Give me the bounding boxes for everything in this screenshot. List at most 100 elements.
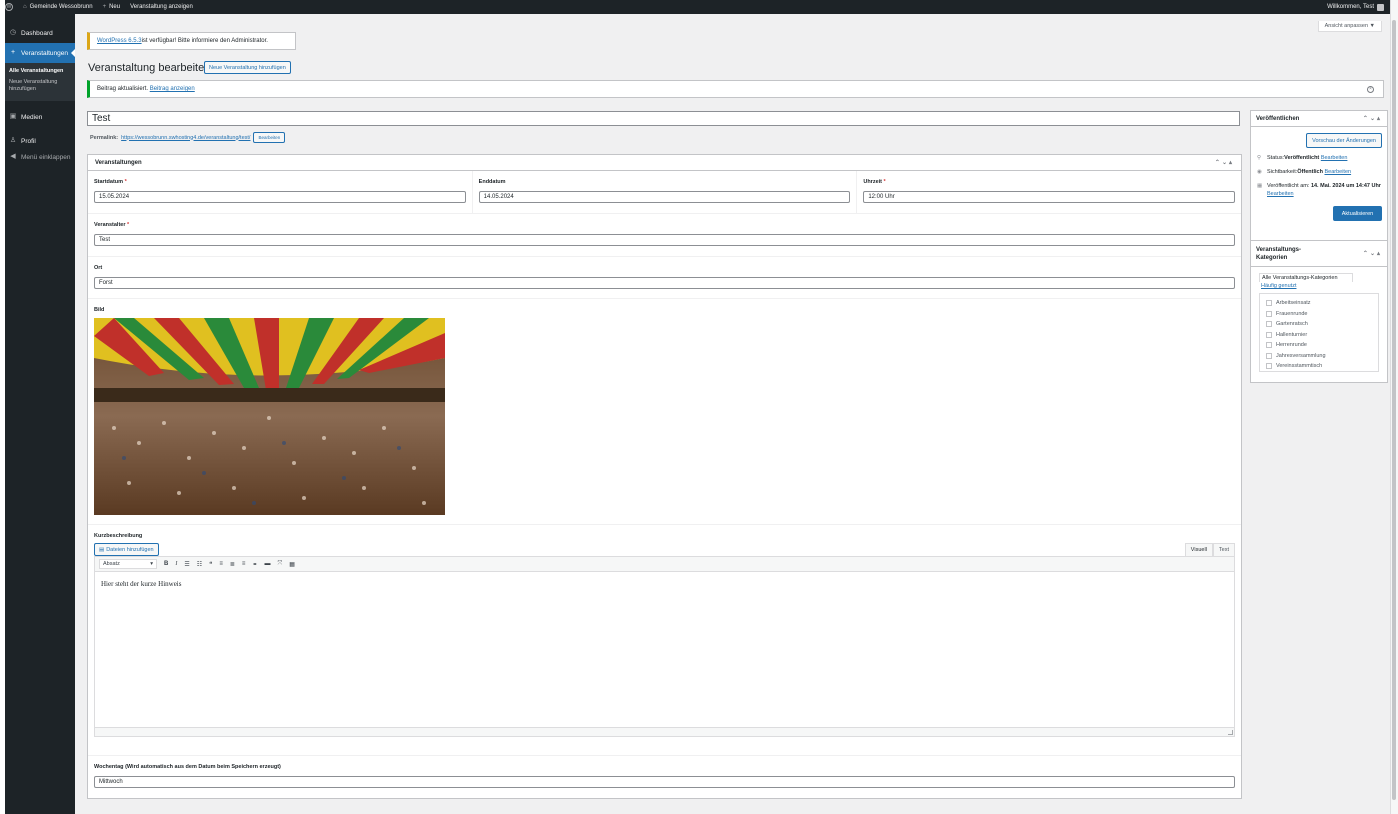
success-notice-text: Beitrag aktualisiert. xyxy=(97,86,149,92)
checkbox[interactable] xyxy=(1266,300,1272,307)
tab-most-used[interactable]: Häufig genutzt xyxy=(1259,282,1382,290)
place-label: Ort xyxy=(94,265,103,271)
weekday-input[interactable]: Mittwoch xyxy=(94,776,1235,788)
collapse-icon: ◀ xyxy=(10,153,16,160)
add-media-button[interactable]: ▤ Dateien hinzufügen xyxy=(94,543,159,556)
editor-paragraph: Hier steht der kurze Hinweis xyxy=(101,580,182,588)
view-post-link[interactable]: Beitrag anzeigen xyxy=(150,86,195,92)
align-left-icon[interactable]: ≡ xyxy=(219,561,223,567)
editor-tabs: Visuell Text xyxy=(1184,543,1235,556)
checkbox[interactable] xyxy=(1266,310,1272,317)
edit-visibility-link[interactable]: Bearbeiten xyxy=(1324,168,1351,176)
site-name-link[interactable]: ⌂ Gemeinde Wessobrunn xyxy=(18,4,98,10)
permalink-label: Permalink: xyxy=(90,134,119,141)
submenu-all-events[interactable]: Alle Veranstaltungen xyxy=(5,66,75,77)
festival-tent-image xyxy=(94,318,445,515)
toolbar-toggle-icon[interactable]: ▦ xyxy=(289,561,295,568)
tab-text[interactable]: Text xyxy=(1212,543,1235,556)
published-row: ▦ Veröffentlicht am: 14. Mai. 2024 um 14:… xyxy=(1251,182,1387,198)
new-content-menu[interactable]: + Neu xyxy=(98,4,126,10)
bold-icon[interactable]: B xyxy=(164,561,168,567)
align-right-icon[interactable]: ≡ xyxy=(242,561,246,567)
numbered-list-icon[interactable]: ☷ xyxy=(197,561,202,568)
weekday-label: Wochentag (Wird automatisch aus dem Datu… xyxy=(94,764,281,770)
edit-status-link[interactable]: Bearbeiten xyxy=(1321,154,1348,162)
collapse-menu-button[interactable]: ◀ Menü einklappen xyxy=(5,151,75,163)
editor: Absatz ▾ B I ☰ ☷ ❝ ≡ ≣ ≡ ⚭ ▬ ⤧ ▦ Hier st… xyxy=(94,556,1235,737)
start-date-input[interactable]: 15.05.2024 xyxy=(94,191,466,203)
status-row: ⚲ Status: Veröffentlicht Bearbeiten xyxy=(1251,154,1387,162)
checkbox[interactable] xyxy=(1266,352,1272,359)
sidebar-item-profile[interactable]: ♙ Profil xyxy=(5,131,75,151)
list-item[interactable]: Frauenrunde xyxy=(1266,309,1372,320)
place-input[interactable]: Forst xyxy=(94,277,1235,289)
blockquote-icon[interactable]: ❝ xyxy=(209,561,212,568)
avatar-icon xyxy=(1377,3,1384,11)
list-item[interactable]: Jahresversammlung xyxy=(1266,351,1372,362)
checkbox[interactable] xyxy=(1266,331,1272,338)
sidebar-item-media[interactable]: ▣ Medien xyxy=(5,107,75,127)
dismiss-icon[interactable]: × xyxy=(1367,86,1374,93)
edit-date-link[interactable]: Bearbeiten xyxy=(1267,191,1294,197)
bullet-list-icon[interactable]: ☰ xyxy=(184,561,189,568)
metabox-move-toggle-icons[interactable]: ⌃⌄▴ xyxy=(1215,159,1234,166)
metabox-title: Veranstaltungen xyxy=(95,159,142,166)
view-event-link[interactable]: Veranstaltung anzeigen xyxy=(125,4,198,10)
screen-options-toggle[interactable]: Ansicht anpassen ▼ xyxy=(1317,21,1382,32)
status-value: Veröffentlicht xyxy=(1284,155,1320,161)
link-icon[interactable]: ⚭ xyxy=(252,561,257,568)
calendar-icon: ▦ xyxy=(1257,183,1263,189)
submenu-add-event[interactable]: Neue Veranstaltung hinzufügen xyxy=(5,77,75,95)
italic-icon[interactable]: I xyxy=(175,561,177,567)
category-label: Arbeitseinsatz xyxy=(1276,300,1311,307)
sidebar-item-dashboard[interactable]: ◷ Dashboard xyxy=(5,23,75,43)
update-button[interactable]: Aktualisieren xyxy=(1333,206,1382,221)
post-title-input[interactable]: Test xyxy=(87,111,1240,126)
checkbox[interactable] xyxy=(1266,342,1272,349)
required-marker: * xyxy=(124,179,127,185)
start-date-label: Startdatum * xyxy=(94,179,466,185)
preview-changes-button[interactable]: Vorschau der Änderungen xyxy=(1306,133,1382,148)
publish-toggle-icons[interactable]: ⌃⌄▴ xyxy=(1363,115,1382,122)
publish-box: Veröffentlichen ⌃⌄▴ Vorschau der Änderun… xyxy=(1250,110,1388,246)
organizer-input[interactable]: Test xyxy=(94,234,1235,246)
account-menu[interactable]: Willkommen, Test xyxy=(1322,3,1390,11)
sidebar-item-events[interactable]: + Veranstaltungen xyxy=(5,43,75,63)
format-select[interactable]: Absatz ▾ xyxy=(99,559,157,569)
update-notice-text: ist verfügbar! Bitte informiere den Admi… xyxy=(141,38,268,44)
time-input[interactable]: 12:00 Uhr xyxy=(863,191,1236,203)
list-item[interactable]: Hallenturnier xyxy=(1266,330,1372,341)
tab-all-categories[interactable]: Alle Veranstaltungs-Kategorien xyxy=(1259,273,1353,282)
end-date-input[interactable]: 14.05.2024 xyxy=(478,191,851,203)
add-new-event-button[interactable]: Neue Veranstaltung hinzufügen xyxy=(204,61,291,74)
metabox-header: Veranstaltungen ⌃⌄▴ xyxy=(88,155,1241,171)
edit-permalink-button[interactable]: Bearbeiten xyxy=(253,132,286,143)
media-icon: ▣ xyxy=(9,113,17,120)
update-notice: WordPress 6.5.3 ist verfügbar! Bitte inf… xyxy=(87,32,296,50)
checkbox[interactable] xyxy=(1266,363,1272,370)
admin-bar: W ⌂ Gemeinde Wessobrunn + Neu Veranstaltun… xyxy=(0,0,1390,14)
tab-visual[interactable]: Visuell xyxy=(1184,543,1213,556)
align-center-icon[interactable]: ≣ xyxy=(230,561,235,568)
update-link[interactable]: WordPress 6.5.3 xyxy=(97,38,142,44)
preview-row: Vorschau der Änderungen xyxy=(1251,127,1387,148)
fullscreen-icon[interactable]: ⤧ xyxy=(277,561,282,568)
scrollbar-thumb[interactable] xyxy=(1392,20,1396,800)
resize-handle-icon[interactable] xyxy=(1228,730,1233,735)
place-row: Ort Forst xyxy=(88,257,1241,299)
event-image[interactable] xyxy=(94,318,445,515)
list-item[interactable]: Herrenrunde xyxy=(1266,340,1372,351)
list-item[interactable]: Vereinsstammtisch xyxy=(1266,361,1372,372)
time-field: Uhrzeit * 12:00 Uhr xyxy=(856,171,1241,213)
list-item[interactable]: Gartenratsch xyxy=(1266,319,1372,330)
organizer-label: Veranstalter * xyxy=(94,222,1235,228)
more-icon[interactable]: ▬ xyxy=(264,561,270,567)
permalink-url[interactable]: https://wessobrunn.swhosting4.de/veranst… xyxy=(121,135,250,141)
list-item[interactable]: Arbeitseinsatz xyxy=(1266,298,1372,309)
editor-body[interactable]: Hier steht der kurze Hinweis xyxy=(95,572,1234,728)
image-row: Bild xyxy=(88,299,1241,525)
sidebar-item-label: Veranstaltungen xyxy=(21,49,68,57)
checkbox[interactable] xyxy=(1266,321,1272,328)
user-icon: ♙ xyxy=(9,137,17,144)
categories-toggle-icons[interactable]: ⌃⌄▴ xyxy=(1363,250,1382,257)
